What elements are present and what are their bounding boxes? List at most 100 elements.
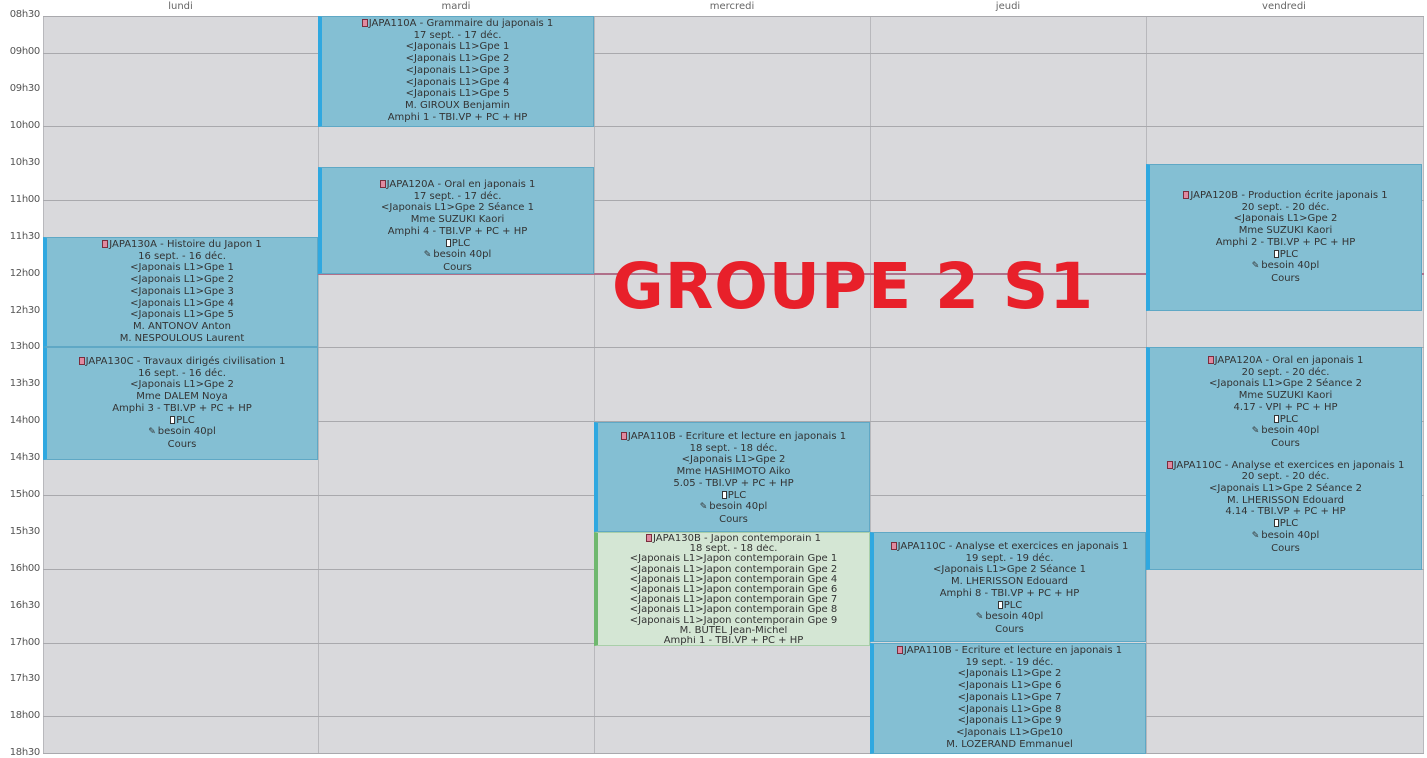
event-teacher: M. ANTONOV Anton <box>132 320 232 332</box>
time-label: 09h00 <box>9 46 41 57</box>
event-title: JAPA130C - Travaux dirigés civilisation … <box>85 356 286 367</box>
event-card[interactable]: JAPA110C - Analyse et exercices en japon… <box>870 532 1146 642</box>
event-type: Cours <box>443 261 472 273</box>
hour-line <box>43 16 1424 17</box>
event-need: besoin 40pl <box>157 426 216 438</box>
event-group: <Japonais L1>Gpe 2 Séance 1 <box>381 202 534 214</box>
event-title: JAPA130A - Histoire du Japon 1 <box>109 239 262 250</box>
course-color-icon <box>1183 191 1190 199</box>
event-need: besoin 40pl <box>985 611 1044 623</box>
event-plc: PLC <box>1279 518 1299 530</box>
edit-icon: ✎ <box>699 502 708 513</box>
checkbox-icon <box>170 415 176 424</box>
course-color-icon <box>379 180 386 188</box>
edit-icon: ✎ <box>148 427 156 438</box>
event-card[interactable]: JAPA130A - Histoire du Japon 1 16 sept. … <box>43 237 318 347</box>
weekly-timetable: 08h30 09h00 09h30 10h00 10h30 11h00 11h3… <box>0 0 1427 758</box>
edit-icon: ✎ <box>1251 530 1260 541</box>
hour-line <box>43 53 1424 54</box>
event-teacher: M. LHERISSON Edouard <box>950 576 1069 588</box>
event-card[interactable]: JAPA130C - Travaux dirigés civilisation … <box>43 347 318 460</box>
event-group: <Japonais L1>Gpe 2 <box>130 274 234 286</box>
time-label: 18h30 <box>9 747 41 758</box>
event-teacher: M. LOZERAND Emmanuel <box>946 738 1073 750</box>
event-need: besoin 40pl <box>1261 425 1320 437</box>
event-title: JAPA120A - Oral en japonais 1 <box>386 179 536 190</box>
course-color-icon <box>1207 356 1214 364</box>
course-color-icon <box>361 19 368 27</box>
event-group: <Japonais L1>Gpe 2 <box>130 379 234 391</box>
event-dates: 16 sept. - 16 déc. <box>138 367 226 379</box>
event-room: 4.14 - TBI.VP + PC + HP <box>1225 506 1346 518</box>
time-label: 17h30 <box>9 673 41 684</box>
event-card[interactable]: JAPA110A - Grammaire du japonais 1 17 se… <box>318 16 594 127</box>
event-type: Cours <box>1271 542 1300 554</box>
event-group: <Japonais L1>Gpe 5 <box>130 309 234 321</box>
course-color-icon <box>102 240 109 248</box>
event-card[interactable]: JAPA110B - Ecriture et lecture en japona… <box>594 422 870 532</box>
event-group: <Japonais L1>Japon contemporain Gpe 1 <box>629 554 838 565</box>
event-title: JAPA120A - Oral en japonais 1 <box>1214 355 1364 366</box>
hour-line <box>43 753 1424 754</box>
event-teacher: Mme SUZUKI Kaori <box>410 214 505 226</box>
event-title: JAPA110B - Ecriture et lecture en japona… <box>903 645 1123 656</box>
event-room: Amphi 8 - TBI.VP + PC + HP <box>939 587 1080 599</box>
event-need: besoin 40pl <box>433 249 492 261</box>
event-card[interactable]: JAPA130B - Japon contemporain 1 18 sept.… <box>594 532 870 646</box>
course-color-icon <box>620 432 627 440</box>
event-dates: 17 sept. - 17 déc. <box>413 29 502 41</box>
event-dates: 18 sept. - 18 déc. <box>689 442 778 454</box>
time-label: 13h30 <box>9 378 41 389</box>
event-group: <Japonais L1>Gpe10 <box>956 726 1063 738</box>
event-type: Cours <box>995 623 1024 635</box>
event-dates: 20 sept. - 20 déc. <box>1241 471 1330 483</box>
event-group: <Japonais L1>Gpe 5 <box>405 88 510 100</box>
event-plc: PLC <box>1003 599 1023 611</box>
time-label: 15h00 <box>9 489 41 500</box>
event-room: Amphi 1 - TBI.VP + PC + HP <box>663 636 804 646</box>
event-dates: 19 sept. - 19 déc. <box>965 552 1054 564</box>
event-need: besoin 40pl <box>1261 260 1320 272</box>
edit-icon: ✎ <box>975 612 984 623</box>
event-title: JAPA110C - Analyse et exercices en japon… <box>1173 459 1405 471</box>
event-group: <Japonais L1>Gpe 6 <box>957 680 1062 692</box>
time-gutter: 08h30 09h00 09h30 10h00 10h30 11h00 11h3… <box>0 0 43 758</box>
event-group: <Japonais L1>Gpe 9 <box>957 715 1062 727</box>
day-header-vendredi: vendredi <box>1262 1 1306 12</box>
event-spacer <box>1150 450 1421 460</box>
time-label: 16h30 <box>9 600 41 611</box>
event-room: Amphi 3 - TBI.VP + PC + HP <box>112 402 252 414</box>
event-title: JAPA110C - Analyse et exercices en japon… <box>897 541 1129 552</box>
event-title: JAPA120B - Production écrite japonais 1 <box>1190 190 1388 201</box>
event-title: JAPA130B - Japon contemporain 1 <box>653 534 821 544</box>
checkbox-icon <box>1273 414 1279 423</box>
event-room: 4.17 - VPI + PC + HP <box>1233 401 1338 413</box>
checkbox-icon <box>1273 249 1279 258</box>
event-plc: PLC <box>176 414 195 426</box>
event-teacher: M. LHERISSON Edouard <box>1226 494 1345 506</box>
time-label: 16h00 <box>9 563 41 574</box>
event-card[interactable]: JAPA120A - Oral en japonais 1 17 sept. -… <box>318 167 594 274</box>
event-room: Amphi 2 - TBI.VP + PC + HP <box>1215 236 1356 248</box>
event-card[interactable]: JAPA120A - Oral en japonais 1 20 sept. -… <box>1146 347 1422 570</box>
course-color-icon <box>890 542 897 550</box>
event-dates: 18 sept. - 18 déc. <box>689 544 778 555</box>
event-room: Amphi 4 - TBI.VP + PC + HP <box>387 225 528 237</box>
event-group: <Japonais L1>Gpe 4 <box>405 76 510 88</box>
checkbox-icon <box>445 238 451 247</box>
event-group: <Japonais L1>Japon contemporain Gpe 7 <box>629 595 838 606</box>
event-card[interactable]: JAPA110B - Ecriture et lecture en japona… <box>870 643 1146 754</box>
time-label: 15h30 <box>9 526 41 537</box>
event-group: <Japonais L1>Japon contemporain Gpe 8 <box>629 605 838 616</box>
checkbox-icon <box>1273 519 1279 528</box>
event-teacher: Mme SUZUKI Kaori <box>1238 225 1333 237</box>
event-group: <Japonais L1>Gpe 4 <box>130 297 234 309</box>
event-teacher: M. NESPOULOUS Laurent <box>119 332 245 344</box>
event-card[interactable]: JAPA120B - Production écrite japonais 1 … <box>1146 164 1422 311</box>
day-header-mercredi: mercredi <box>709 1 755 12</box>
event-group: <Japonais L1>Gpe 2 Séance 2 <box>1209 378 1362 390</box>
day-header-mardi: mardi <box>441 1 471 12</box>
event-dates: 19 sept. - 19 déc. <box>965 656 1054 668</box>
event-group: <Japonais L1>Japon contemporain Gpe 9 <box>629 615 838 626</box>
event-plc: PLC <box>1279 248 1299 260</box>
